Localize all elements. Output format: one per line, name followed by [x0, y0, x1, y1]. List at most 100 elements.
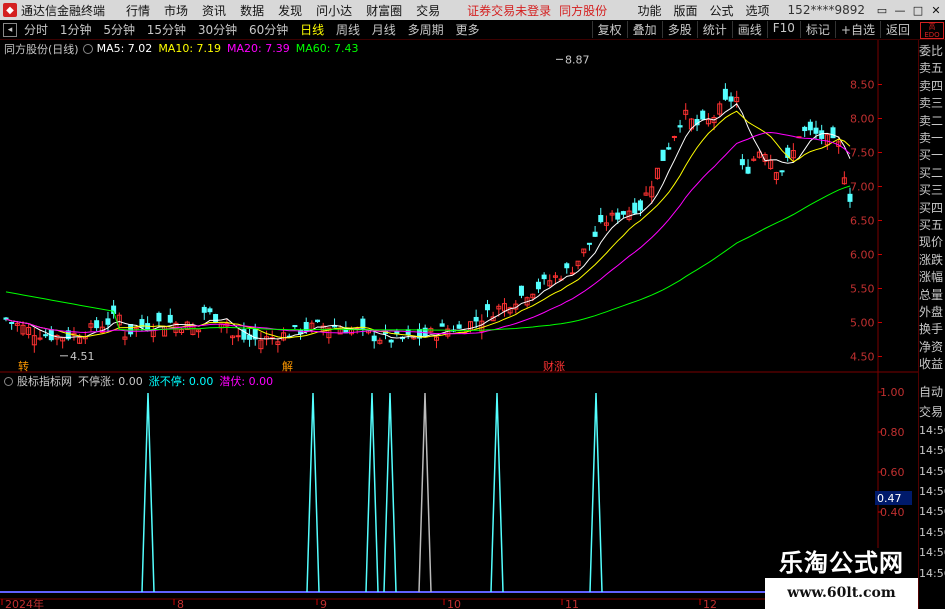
period-15min[interactable]: 15分钟	[147, 23, 186, 37]
watermark-title: 乐淘公式网	[765, 548, 918, 578]
period-daily[interactable]: 日线	[300, 23, 324, 37]
candle-body	[541, 274, 547, 280]
menu-item-data[interactable]: 数据	[240, 2, 264, 19]
candle-body	[564, 263, 570, 269]
price-tick-label: 7.00	[850, 181, 875, 194]
period-intraday[interactable]: 分时	[24, 23, 48, 37]
tool-mark[interactable]: 标记	[799, 21, 835, 38]
date-tick-label: 10	[447, 598, 461, 609]
trade-time: 14:56	[919, 525, 945, 539]
menu-item-layout[interactable]: 版面	[674, 2, 698, 19]
period-weekly[interactable]: 周线	[336, 23, 360, 37]
period-more[interactable]: 更多	[455, 23, 479, 37]
menu-item-function[interactable]: 功能	[637, 2, 661, 19]
candle-body	[830, 127, 836, 139]
candle-body	[439, 323, 445, 327]
candle-body	[128, 324, 134, 335]
menu-item-markets[interactable]: 市场	[164, 2, 188, 19]
tool-adjust[interactable]: 复权	[591, 21, 627, 38]
tool-f10[interactable]: F10	[766, 21, 800, 38]
candle-body	[167, 314, 173, 323]
candle-body	[43, 334, 49, 337]
tool-return[interactable]: 返回	[879, 21, 915, 38]
candle-body	[739, 159, 745, 166]
indicator-tick-label: 1.00	[880, 386, 905, 399]
candle	[660, 149, 666, 161]
candle	[213, 313, 219, 323]
candle-body	[292, 325, 298, 328]
ma-label: MA20: 7.39	[227, 42, 290, 55]
period-60min[interactable]: 60分钟	[249, 23, 288, 37]
login-warning[interactable]: 证券交易未登录	[467, 2, 551, 19]
candle-body	[213, 314, 219, 323]
trade-time: 14:56	[919, 444, 945, 458]
menu-item-discover[interactable]: 发现	[278, 2, 302, 19]
date-tick-label: 8	[177, 598, 184, 609]
candle-body	[201, 306, 207, 313]
minimize-icon[interactable]: —	[891, 4, 909, 17]
indicator-circle-icon[interactable]	[4, 376, 13, 386]
event-marker: 转	[18, 359, 29, 373]
candle-body	[807, 121, 813, 131]
period-multi[interactable]: 多周期	[408, 23, 444, 37]
menu-item-formula[interactable]: 公式	[710, 2, 734, 19]
ma-label: MA10: 7.19	[158, 42, 222, 55]
trade-time: 14:56	[919, 546, 945, 560]
tool-multi-stock[interactable]: 多股	[661, 21, 697, 38]
period-monthly[interactable]: 月线	[372, 23, 396, 37]
restore-icon[interactable]: ▭	[873, 4, 891, 17]
period-30min[interactable]: 30分钟	[198, 23, 237, 37]
indicator-value-label: 潜伏: 0.00	[219, 375, 274, 388]
tool-stats[interactable]: 统计	[696, 21, 732, 38]
trade-time: 14:56	[919, 566, 945, 580]
candle-body	[9, 321, 15, 324]
tool-overlay[interactable]: 叠加	[626, 21, 662, 38]
candle-body	[94, 320, 100, 329]
chart-tools: 复权 叠加 多股 统计 画线 F10 标记 +自选 返回	[591, 21, 915, 38]
candle-body	[745, 166, 751, 174]
candle-body	[235, 335, 241, 338]
main-menu: 行情 市场 资讯 数据 发现 问小达 财富圈 交易	[119, 2, 447, 19]
tool-draw[interactable]: 画线	[731, 21, 767, 38]
settings-circle-icon[interactable]	[82, 43, 93, 54]
period-5min[interactable]: 5分钟	[103, 23, 135, 37]
price-tick-label: 5.50	[850, 283, 875, 296]
candle-body	[620, 211, 626, 215]
account-label[interactable]: 152****9892	[788, 3, 865, 17]
menu-item-wealth[interactable]: 财富圈	[366, 2, 402, 19]
candle-body	[632, 202, 638, 214]
price-tick-label: 5.00	[850, 317, 875, 330]
menu-item-trade[interactable]: 交易	[416, 2, 440, 19]
close-icon[interactable]: ✕	[927, 4, 945, 17]
title-bar: ◆ 通达信金融终端 行情 市场 资讯 数据 发现 问小达 财富圈 交易 证券交易…	[0, 0, 945, 20]
candle	[700, 109, 706, 121]
menu-item-news[interactable]: 资讯	[202, 2, 226, 19]
price-tick-label: 8.50	[850, 79, 875, 92]
menu-item-market[interactable]: 行情	[126, 2, 150, 19]
date-tick-label: 11	[565, 598, 579, 609]
price-tick-label: 8.00	[850, 113, 875, 126]
price-tick-label: 6.00	[850, 249, 875, 262]
menu-item-options[interactable]: 选项	[746, 2, 770, 19]
period-1min[interactable]: 1分钟	[60, 23, 92, 37]
candle-body	[660, 149, 666, 161]
auto-trade-label[interactable]: 自动	[919, 383, 945, 403]
price-tick-label: 7.50	[850, 147, 875, 160]
price-chart[interactable]: 8.50 8.00 7.50 7.00 6.50 6.00 5.50 5.00 4.50 8.87…	[0, 40, 918, 373]
candle-body	[371, 335, 377, 342]
auto-trade-label[interactable]: 交易	[919, 403, 945, 423]
menu-item-ask[interactable]: 问小达	[316, 2, 352, 19]
maximize-icon[interactable]: □	[909, 4, 927, 17]
app-title: 通达信金融终端	[21, 3, 106, 18]
tool-add-watch[interactable]: +自选	[834, 21, 880, 38]
indicator-values: 不停涨: 0.00 涨不停: 0.00 潜伏: 0.00	[78, 373, 279, 389]
back-arrow-icon[interactable]: ◂	[3, 22, 17, 37]
indicator-tick-label: 0.40	[880, 506, 905, 519]
candle-body	[388, 339, 394, 343]
quote-field-label: 收益	[919, 357, 944, 372]
candle-body	[315, 319, 321, 323]
candle-body	[666, 147, 672, 150]
event-marker: 解	[282, 359, 293, 373]
candle-body	[586, 242, 592, 245]
window-controls: ▭ — □ ✕	[873, 4, 945, 17]
